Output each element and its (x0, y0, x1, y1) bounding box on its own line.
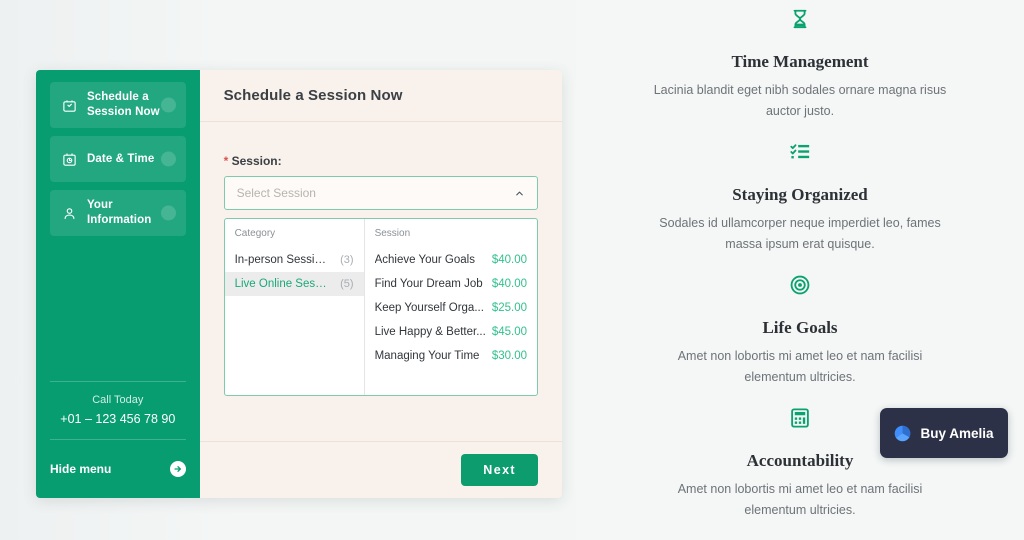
arrow-right-circle-icon (169, 461, 186, 477)
feature-text: Sodales id ullamcorper neque imperdiet l… (659, 216, 941, 251)
sidebar-item-your-information[interactable]: Your Information (50, 190, 186, 236)
hourglass-icon (576, 2, 1024, 36)
chevron-up-icon[interactable] (514, 188, 525, 199)
session-name: Live Happy & Better... (374, 326, 486, 338)
category-name: Live Online Sessions (234, 278, 333, 290)
session-column-header: Session (374, 228, 411, 239)
session-field-label: * Session: (224, 154, 538, 168)
sidebar-item-label: Date & Time (87, 152, 155, 165)
sidebar-item-date-and-time[interactable]: Date & Time (50, 136, 186, 182)
session-name: Keep Yourself Orga... (374, 302, 484, 314)
panel-header: Schedule a Session Now (199, 70, 562, 122)
buy-amelia-label: Buy Amelia (920, 425, 994, 441)
category-count: (5) (340, 278, 354, 290)
feature-title: Time Management (731, 52, 869, 71)
feature-text: Amet non lobortis mi amet leo et nam fac… (677, 349, 923, 384)
checklist-icon (576, 135, 1024, 169)
feature-title: Staying Organized (732, 185, 868, 204)
feature-life-goals: Life Goals Amet non lobortis mi amet leo… (576, 268, 1024, 388)
session-name: Managing Your Time (374, 350, 480, 362)
person-icon (61, 205, 77, 221)
category-count: (3) (340, 254, 354, 266)
target-icon (576, 268, 1024, 302)
feature-staying-organized: Staying Organized Sodales id ullamcorper… (576, 135, 1024, 255)
session-name: Find Your Dream Job (374, 278, 483, 290)
session-select-placeholder: Select Session (236, 186, 316, 200)
call-today-block: Call Today +01 – 123 456 78 90 (50, 381, 186, 440)
sidebar-item-status-dot (160, 151, 176, 167)
session-price: $40.00 (491, 278, 527, 290)
hide-menu-button[interactable]: Hide menu (50, 440, 186, 498)
sidebar-item-status-dot (160, 97, 176, 113)
sidebar-item-status-dot (160, 205, 176, 221)
session-row[interactable]: Find Your Dream Job $40.00 (365, 272, 537, 296)
dropdown-session-column: Session Achieve Your Goals $40.00 Find Y… (365, 219, 537, 395)
category-row[interactable]: In-person Sessions (3) (225, 248, 364, 272)
session-price: $40.00 (491, 254, 527, 266)
session-select[interactable]: Select Session (223, 176, 538, 210)
session-row[interactable]: Achieve Your Goals $40.00 (365, 248, 537, 272)
session-label-text: Session: (231, 154, 282, 168)
feature-text: Amet non lobortis mi amet leo et nam fac… (677, 482, 923, 517)
category-column-header: Category (234, 228, 276, 239)
feature-time-management: Time Management Lacinia blandit eget nib… (576, 0, 1024, 122)
panel-body: * Session: Select Session Category In-pe… (200, 122, 562, 441)
call-today-phone[interactable]: +01 – 123 456 78 90 (50, 412, 186, 426)
hide-menu-label: Hide menu (50, 462, 112, 476)
category-row[interactable]: Live Online Sessions (5) (224, 272, 364, 296)
bag-icon (61, 97, 77, 113)
session-dropdown[interactable]: Category In-person Sessions (3) Live Onl… (223, 218, 538, 396)
booking-panel: Schedule a Session Now * Session: Select… (199, 70, 562, 498)
session-price: $25.00 (491, 302, 527, 314)
booking-sidebar: Schedule a Session Now Date & Time Your … (36, 70, 200, 498)
category-name: In-person Sessions (234, 254, 333, 266)
session-name: Achieve Your Goals (374, 254, 475, 266)
required-asterisk: * (223, 154, 229, 168)
next-button[interactable]: Next (461, 454, 538, 486)
session-price: $45.00 (491, 326, 527, 338)
session-row[interactable]: Live Happy & Better... $45.00 (365, 320, 537, 344)
feature-text: Lacinia blandit eget nibh sodales ornare… (653, 83, 947, 118)
session-row[interactable]: Keep Yourself Orga... $25.00 (365, 296, 537, 320)
page-title: Schedule a Session Now (223, 87, 403, 104)
calendar-clock-icon (61, 151, 77, 167)
dropdown-category-column: Category In-person Sessions (3) Live Onl… (224, 219, 365, 395)
session-price: $30.00 (491, 350, 527, 362)
session-row[interactable]: Managing Your Time $30.00 (365, 344, 537, 368)
booking-widget: Schedule a Session Now Date & Time Your … (36, 70, 562, 498)
feature-title: Life Goals (762, 318, 838, 337)
call-today-title: Call Today (92, 394, 144, 406)
buy-amelia-button[interactable]: Buy Amelia (880, 408, 1008, 458)
sidebar-item-schedule-a-session-now[interactable]: Schedule a Session Now (50, 82, 186, 128)
panel-footer: Next (199, 441, 562, 498)
amelia-logo-icon (894, 425, 911, 442)
